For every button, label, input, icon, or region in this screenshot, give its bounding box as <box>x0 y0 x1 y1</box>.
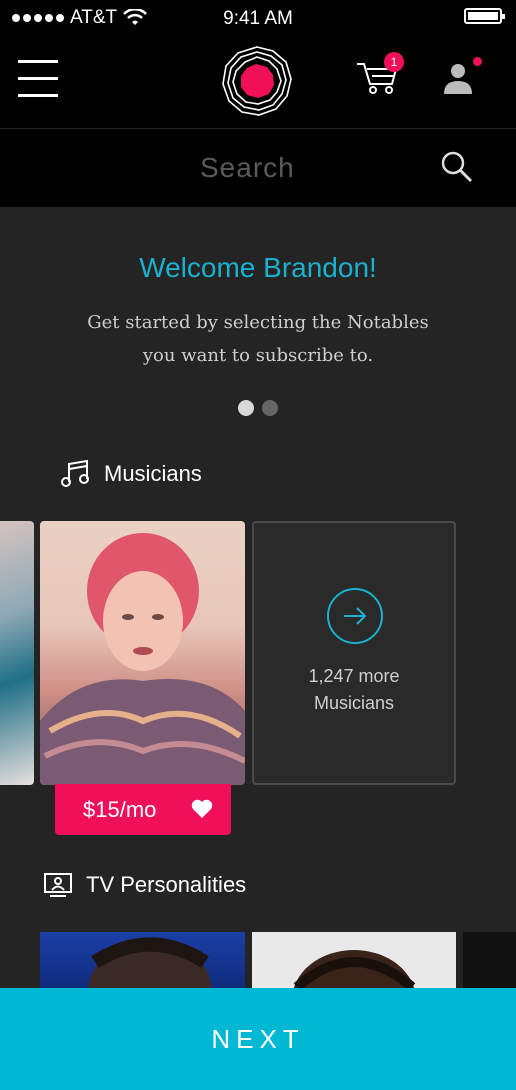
battery-icon <box>464 8 505 24</box>
nav-bar: 1 <box>0 36 516 128</box>
arrow-right-icon <box>327 588 383 644</box>
tv-personalities-label: TV Personalities <box>86 872 247 897</box>
welcome-message: Get started by selecting the Notables yo… <box>87 312 429 366</box>
search-bar <box>0 129 516 207</box>
tv-icon <box>44 873 72 897</box>
welcome-title: Welcome Brandon! <box>139 252 377 283</box>
tv-card[interactable] <box>252 932 456 1050</box>
tv-photo <box>292 950 416 1050</box>
search-input[interactable] <box>200 145 420 191</box>
page-dot-active[interactable] <box>238 400 254 416</box>
notification-dot <box>473 57 482 66</box>
tv-card[interactable] <box>40 932 245 1044</box>
tv-photo <box>88 937 212 1044</box>
search-icon[interactable] <box>440 150 474 184</box>
page-indicator <box>238 400 278 416</box>
subscribe-price-button[interactable]: $15/mo <box>55 784 231 835</box>
price-label: $15/mo <box>83 797 157 822</box>
more-count: 1,247 more <box>308 666 400 686</box>
more-label: Musicians <box>313 693 395 713</box>
musicians-heading: Musicians <box>60 460 202 488</box>
tv-personalities-heading: TV Personalities <box>44 872 246 898</box>
status-time: 9:41 AM <box>223 8 293 29</box>
musician-photo <box>40 533 245 785</box>
status-bar: AT&T 9:41 AM <box>0 0 516 36</box>
cart-badge: 1 <box>384 52 404 72</box>
heart-icon <box>191 799 213 818</box>
tv-card-partial[interactable] <box>463 932 516 992</box>
more-musicians-card[interactable]: 1,247 more Musicians <box>252 521 456 785</box>
musician-card-selected[interactable] <box>40 521 245 785</box>
logo-icon <box>222 46 292 116</box>
more-musicians-text: 1,247 more Musicians <box>254 663 454 717</box>
musician-card-partial[interactable] <box>0 521 34 785</box>
musicians-label: Musicians <box>104 461 202 486</box>
profile-icon[interactable] <box>442 62 474 96</box>
menu-icon[interactable] <box>18 58 58 98</box>
music-note-icon <box>61 460 89 487</box>
next-button[interactable]: NEXT <box>0 988 516 1090</box>
page-dot[interactable] <box>262 400 278 416</box>
